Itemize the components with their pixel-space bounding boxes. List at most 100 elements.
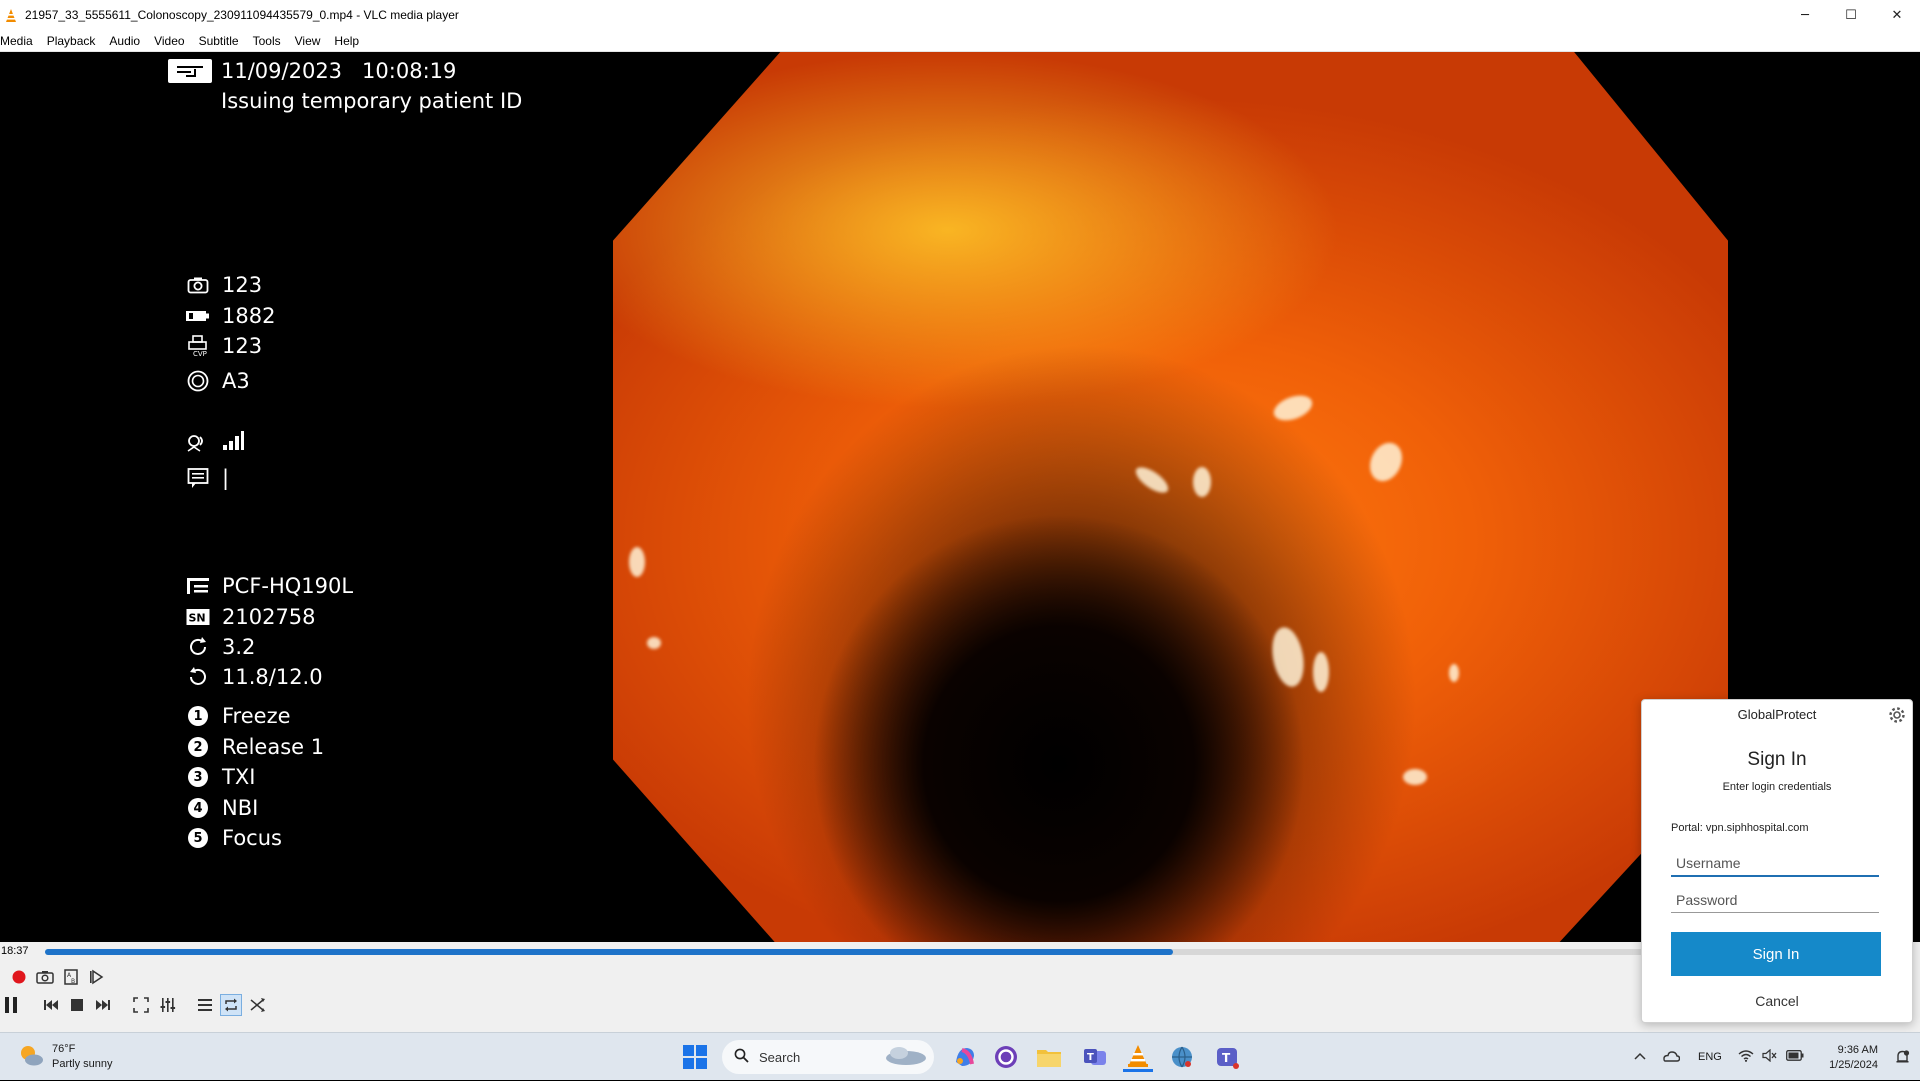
- gp-header: GlobalProtect: [1737, 707, 1817, 722]
- scope-info-row: 3.2: [186, 635, 255, 659]
- username-field[interactable]: [1671, 851, 1879, 877]
- taskbar-search[interactable]: Search: [722, 1040, 934, 1074]
- battery-tray-icon[interactable]: [1785, 1050, 1804, 1064]
- vlc-cone-icon: [3, 7, 19, 23]
- overlay-stat-row: A3: [186, 369, 250, 393]
- taskbar: 76°F Partly sunny Search T T ENG 9:36 AM …: [0, 1032, 1920, 1080]
- cycle-icon: [186, 666, 210, 688]
- teams-classic-icon[interactable]: T: [1212, 1042, 1242, 1072]
- gp-subtitle: Enter login credentials: [1722, 781, 1832, 793]
- rotate-icon: [186, 636, 210, 658]
- teams-icon[interactable]: T: [1080, 1042, 1110, 1072]
- notification-bell-icon[interactable]: [1895, 1049, 1910, 1069]
- loop-ab-button[interactable]: AB: [60, 966, 82, 988]
- search-label: Search: [759, 1049, 801, 1065]
- shuffle-button[interactable]: [247, 994, 269, 1016]
- volume-muted-icon[interactable]: [1762, 1048, 1778, 1065]
- playlist-button[interactable]: [194, 994, 216, 1016]
- menu-help[interactable]: Help: [334, 34, 373, 48]
- start-button[interactable]: [683, 1045, 707, 1069]
- sign-in-button[interactable]: Sign In: [1671, 932, 1881, 976]
- close-button[interactable]: ✕: [1874, 0, 1920, 30]
- copilot-icon[interactable]: [950, 1042, 980, 1072]
- svg-text:SN: SN: [189, 612, 206, 625]
- stop-button[interactable]: [66, 994, 88, 1016]
- seek-progress: [45, 949, 1173, 955]
- file-explorer-icon[interactable]: [1034, 1042, 1064, 1072]
- scope-model-icon: [186, 575, 210, 597]
- svg-text:T: T: [1087, 1052, 1094, 1063]
- menu-media[interactable]: Media: [0, 34, 47, 48]
- overlay-date: 11/09/2023: [221, 59, 343, 83]
- next-button[interactable]: [92, 994, 114, 1016]
- menu-tools[interactable]: Tools: [253, 34, 295, 48]
- camera-icon: [186, 274, 210, 296]
- search-icon: [734, 1048, 749, 1067]
- previous-button[interactable]: [40, 994, 62, 1016]
- overlay-stat-row: 123: [186, 273, 262, 297]
- wifi-icon[interactable]: [1738, 1049, 1754, 1065]
- password-field[interactable]: [1671, 887, 1879, 913]
- weather-icon: [18, 1043, 44, 1071]
- weather-temp: 76°F: [52, 1043, 76, 1055]
- vlc-taskbar-icon[interactable]: [1123, 1042, 1153, 1072]
- number-badge: 4: [188, 798, 208, 818]
- controls-bar: AB: [0, 961, 1920, 1032]
- number-badge: 1: [188, 706, 208, 726]
- patient-status: Issuing temporary patient ID: [221, 89, 523, 113]
- vlc-window: 21957_33_5555611_Colonoscopy_23091109443…: [0, 0, 1920, 1032]
- globalprotect-icon[interactable]: [1167, 1042, 1197, 1072]
- menu-bar: Media Playback Audio Video Subtitle Tool…: [0, 30, 1920, 52]
- app-circle-icon[interactable]: [991, 1042, 1021, 1072]
- seek-row: 18:37: [0, 942, 1920, 961]
- monitor-icon: [168, 59, 212, 83]
- printer-cvp-icon: CVP: [186, 335, 210, 357]
- gear-icon[interactable]: [1888, 706, 1906, 724]
- clock-time: 9:36 AM: [1837, 1044, 1878, 1056]
- number-badge: 5: [188, 828, 208, 848]
- search-highlight-icon: [884, 1043, 928, 1071]
- system-tray: ENG: [1632, 1033, 1804, 1081]
- language-indicator[interactable]: ENG: [1698, 1051, 1722, 1063]
- scope-info-row: 11.8/12.0: [186, 665, 323, 689]
- menu-audio[interactable]: Audio: [109, 34, 154, 48]
- svg-text:B: B: [71, 978, 75, 985]
- frame-step-button[interactable]: [86, 966, 108, 988]
- onedrive-icon[interactable]: [1662, 1050, 1681, 1065]
- extended-settings-button[interactable]: [157, 994, 179, 1016]
- record-button[interactable]: [8, 966, 30, 988]
- menu-playback[interactable]: Playback: [47, 34, 110, 48]
- fullscreen-button[interactable]: [130, 994, 152, 1016]
- minimize-button[interactable]: ─: [1782, 0, 1828, 30]
- chevron-up-icon[interactable]: [1632, 1051, 1648, 1063]
- snapshot-button[interactable]: [34, 966, 56, 988]
- video-display[interactable]: 11/09/2023 10:08:19 Issuing temporary pa…: [0, 52, 1920, 942]
- wireless-icon: [186, 433, 210, 455]
- menu-video[interactable]: Video: [154, 34, 198, 48]
- comment-row: |: [186, 466, 229, 490]
- pause-button[interactable]: [0, 994, 22, 1016]
- current-time: 18:37: [1, 945, 29, 957]
- taskbar-clock[interactable]: 9:36 AM 1/25/2024: [1829, 1043, 1878, 1073]
- battery-icon: [186, 305, 210, 327]
- title-bar: 21957_33_5555611_Colonoscopy_23091109443…: [0, 0, 1920, 30]
- overlay-stat-row: CVP 123: [186, 334, 262, 358]
- overlay-stat-row: 1882: [186, 304, 275, 328]
- signal-bars-icon: [222, 431, 244, 456]
- cancel-button[interactable]: Cancel: [1642, 993, 1912, 1009]
- menu-view[interactable]: View: [295, 34, 335, 48]
- scope-button-nbi: 4 NBI: [186, 796, 258, 820]
- scope-button-freeze: 1 Freeze: [186, 704, 291, 728]
- menu-subtitle[interactable]: Subtitle: [199, 34, 253, 48]
- seek-bar[interactable]: [45, 949, 1645, 955]
- svg-text:T: T: [1222, 1051, 1231, 1065]
- svg-text:CVP: CVP: [193, 350, 207, 357]
- endoscope-image: [613, 52, 1728, 942]
- loop-button[interactable]: [220, 994, 242, 1016]
- weather-desc: Partly sunny: [52, 1058, 113, 1070]
- serial-number-icon: SN: [186, 606, 210, 628]
- number-badge: 3: [188, 767, 208, 787]
- weather-widget[interactable]: 76°F Partly sunny: [18, 1042, 113, 1072]
- comment-icon: [186, 467, 210, 489]
- maximize-button[interactable]: ☐: [1828, 0, 1874, 30]
